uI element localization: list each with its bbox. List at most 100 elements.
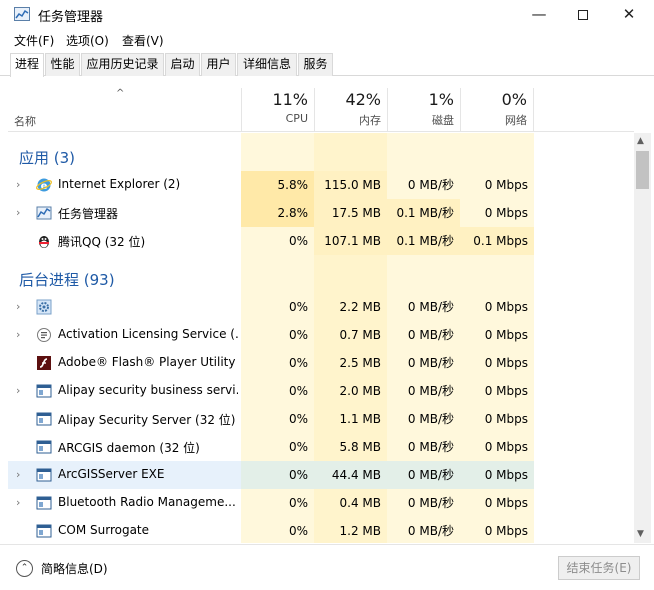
tab-startup[interactable]: 启动 bbox=[165, 53, 200, 76]
menu-file[interactable]: 文件(F) bbox=[14, 32, 54, 49]
process-name-cell[interactable]: 腾讯QQ (32 位) bbox=[8, 227, 241, 255]
tab-app-history[interactable]: 应用历史记录 bbox=[81, 53, 164, 76]
process-row[interactable]: › Bluetooth Radio Manageme... 0% 0.4 MB 0 MB… bbox=[8, 489, 634, 517]
disk-cell: 0 MB/秒 bbox=[407, 356, 454, 370]
memory-cell: 0.7 MB bbox=[339, 328, 381, 342]
scroll-thumb[interactable] bbox=[636, 151, 649, 189]
disk-cell: 0 MB/秒 bbox=[407, 496, 454, 510]
header-cpu[interactable]: 11% CPU bbox=[241, 88, 314, 132]
tab-processes[interactable]: 进程 bbox=[10, 53, 44, 77]
process-name-cell[interactable]: › bbox=[8, 293, 241, 321]
header-name[interactable]: 名称 bbox=[14, 113, 36, 129]
cpu-cell: 0% bbox=[288, 496, 308, 510]
scroll-down-icon[interactable]: ▼ bbox=[637, 529, 644, 539]
disk-cell: 0 MB/秒 bbox=[407, 412, 454, 426]
network-cell: 0 Mbps bbox=[484, 178, 528, 192]
process-row[interactable]: COM Surrogate 0% 1.2 MB 0 MB/秒 0 Mbps bbox=[8, 517, 634, 543]
process-row[interactable]: › Activation Licensing Service (... 0% 0.7 … bbox=[8, 321, 634, 349]
header-network[interactable]: 0% 网络 bbox=[460, 88, 534, 132]
process-name: 任务管理器 bbox=[58, 207, 119, 221]
memory-cell: 1.1 MB bbox=[339, 412, 381, 426]
chevron-right-icon[interactable]: › bbox=[16, 300, 20, 313]
tab-details[interactable]: 详细信息 bbox=[237, 53, 297, 76]
disk-cell: 0 MB/秒 bbox=[407, 384, 454, 398]
network-cell: 0 Mbps bbox=[484, 440, 528, 454]
process-row[interactable]: Adobe® Flash® Player Utility 0% 2.5 MB 0 MB… bbox=[8, 349, 634, 377]
process-name: Activation Licensing Service (... bbox=[58, 327, 238, 341]
network-cell: 0 Mbps bbox=[484, 356, 528, 370]
process-name-cell[interactable]: › ArcGISServer EXE bbox=[8, 461, 241, 489]
window-icon bbox=[36, 411, 52, 427]
header-memory[interactable]: 42% 内存 bbox=[314, 88, 387, 132]
fewer-details-link[interactable]: 简略信息(D) bbox=[41, 560, 108, 577]
menu-bar: 文件(F) 选项(O) 查看(V) bbox=[0, 29, 654, 49]
chevron-right-icon[interactable]: › bbox=[16, 328, 20, 341]
cpu-cell: 0% bbox=[288, 356, 308, 370]
process-name-cell[interactable]: Adobe® Flash® Player Utility bbox=[8, 349, 241, 377]
chevron-right-icon[interactable]: › bbox=[16, 206, 20, 219]
scroll-up-icon[interactable]: ▲ bbox=[637, 136, 644, 146]
window-icon bbox=[36, 383, 52, 399]
header-disk[interactable]: 1% 磁盘 bbox=[387, 88, 460, 132]
task-manager-icon bbox=[36, 205, 52, 221]
chevron-right-icon[interactable]: › bbox=[16, 384, 20, 397]
process-row[interactable]: › Alipay security business servi... 0% 2.0 … bbox=[8, 377, 634, 405]
process-row[interactable]: › 任务管理器 2.8% 17.5 MB 0.1 MB/秒 0 Mbps bbox=[8, 199, 634, 227]
disk-cell: 0 MB/秒 bbox=[407, 328, 454, 342]
network-cell: 0 Mbps bbox=[484, 328, 528, 342]
memory-cell: 2.2 MB bbox=[339, 300, 381, 314]
tab-performance[interactable]: 性能 bbox=[45, 53, 80, 76]
memory-cell: 5.8 MB bbox=[339, 440, 381, 454]
group-background-title[interactable]: 后台进程 (93) bbox=[19, 269, 115, 290]
cpu-label: CPU bbox=[285, 112, 308, 125]
process-row[interactable]: ARCGIS daemon (32 位) 0% 5.8 MB 0 MB/秒 0 Mbps bbox=[8, 433, 634, 461]
process-row[interactable]: 腾讯QQ (32 位) 0% 107.1 MB 0.1 MB/秒 0.1 Mbps bbox=[8, 227, 634, 255]
menu-options[interactable]: 选项(O) bbox=[66, 32, 109, 49]
process-name-cell[interactable]: › Activation Licensing Service (... bbox=[8, 321, 241, 349]
process-row[interactable]: › ArcGISServer EXE 0% 44.4 MB 0 MB/秒 0 Mbps bbox=[8, 461, 634, 489]
cpu-cell: 2.8% bbox=[241, 199, 314, 227]
process-name-cell[interactable]: COM Surrogate bbox=[8, 517, 241, 543]
vertical-scrollbar[interactable]: ▲ ▼ bbox=[634, 133, 651, 543]
network-total: 0% bbox=[501, 90, 527, 109]
close-button[interactable]: ✕ bbox=[606, 0, 652, 28]
process-name-cell[interactable]: ARCGIS daemon (32 位) bbox=[8, 433, 241, 461]
process-row[interactable]: › 0% 2.2 MB 0 MB/秒 0 Mbps bbox=[8, 293, 634, 321]
tab-bar: 进程 性能 应用历史记录 启动 用户 详细信息 服务 bbox=[0, 53, 654, 77]
tab-users[interactable]: 用户 bbox=[201, 53, 236, 76]
tab-services[interactable]: 服务 bbox=[298, 53, 333, 76]
end-task-button[interactable]: 结束任务(E) bbox=[558, 556, 640, 580]
group-apps-title[interactable]: 应用 (3) bbox=[19, 147, 75, 168]
process-name-cell[interactable]: › 任务管理器 bbox=[8, 199, 241, 227]
window-icon bbox=[36, 523, 52, 539]
network-cell: 0 Mbps bbox=[460, 461, 534, 489]
memory-cell: 1.2 MB bbox=[339, 524, 381, 538]
gear-icon bbox=[36, 299, 52, 315]
memory-cell: 2.5 MB bbox=[339, 356, 381, 370]
process-name-cell[interactable]: › e Internet Explorer (2) bbox=[8, 171, 241, 199]
memory-cell: 17.5 MB bbox=[314, 199, 387, 227]
cpu-cell: 0% bbox=[241, 461, 314, 489]
process-name-cell[interactable]: › Bluetooth Radio Manageme... bbox=[8, 489, 241, 517]
process-row[interactable]: › e Internet Explorer (2) 5.8% 115.0 MB 0 MB/… bbox=[8, 171, 634, 199]
network-cell: 0 Mbps bbox=[484, 300, 528, 314]
chevron-right-icon[interactable]: › bbox=[16, 178, 20, 191]
process-name: COM Surrogate bbox=[58, 523, 150, 537]
cpu-cell: 0% bbox=[288, 300, 308, 314]
minimize-button[interactable]: — bbox=[516, 0, 562, 28]
process-name-cell[interactable]: Alipay Security Server (32 位) bbox=[8, 405, 241, 433]
process-name: ArcGISServer EXE bbox=[58, 467, 165, 481]
chevron-right-icon[interactable]: › bbox=[16, 496, 20, 509]
process-name: Internet Explorer (2) bbox=[58, 177, 181, 191]
process-table: 应用 (3) 后台进程 (93) › e Internet Explorer (2)… bbox=[8, 133, 634, 543]
chevron-right-icon[interactable]: › bbox=[16, 468, 20, 481]
menu-view[interactable]: 查看(V) bbox=[122, 32, 164, 49]
chevron-up-icon[interactable]: ⌃ bbox=[16, 560, 33, 577]
maximize-icon bbox=[578, 9, 588, 20]
network-cell: 0 Mbps bbox=[484, 384, 528, 398]
cpu-cell: 0% bbox=[288, 328, 308, 342]
maximize-button[interactable] bbox=[560, 0, 606, 28]
process-name-cell[interactable]: › Alipay security business servi... bbox=[8, 377, 241, 405]
disk-cell: 0 MB/秒 bbox=[407, 178, 454, 192]
process-row[interactable]: Alipay Security Server (32 位) 0% 1.1 MB 0 M… bbox=[8, 405, 634, 433]
